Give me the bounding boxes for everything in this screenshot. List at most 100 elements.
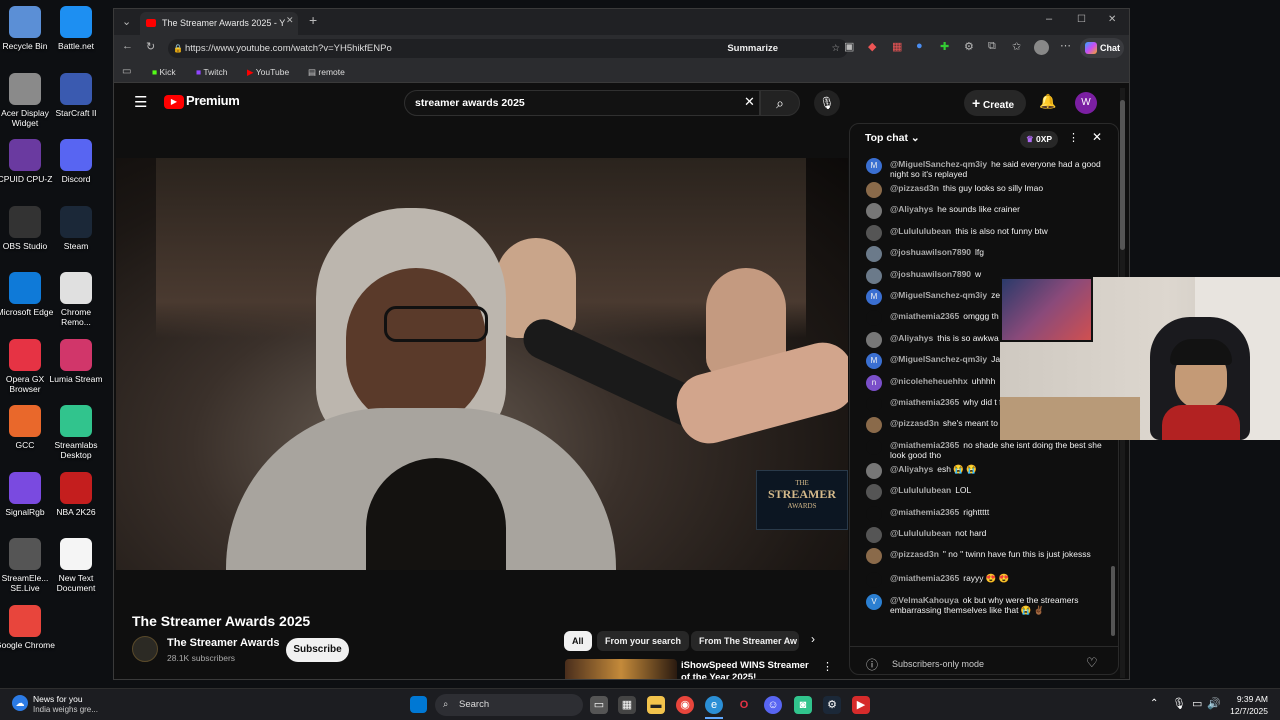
close-chat-icon[interactable]: ✕ (1092, 130, 1102, 144)
chevron-right-icon[interactable]: › (811, 632, 815, 646)
chat-avatar[interactable] (866, 310, 882, 327)
chat-username[interactable]: @Aliyahys (890, 333, 933, 343)
chip-from-search[interactable]: From your search (597, 631, 690, 651)
account-avatar[interactable]: W (1075, 92, 1097, 114)
microphone-tray-icon[interactable]: 🎙 (1172, 697, 1186, 710)
favorite-youtube[interactable]: ▶ YouTube (247, 61, 289, 83)
create-button[interactable]: + Create (964, 90, 1026, 116)
chat-avatar[interactable] (866, 182, 882, 198)
chat-username[interactable]: @pizzasd3n (890, 183, 939, 193)
points-badge[interactable]: ♛ 0XP (1020, 131, 1059, 148)
subscribe-button[interactable]: Subscribe (286, 638, 349, 662)
widgets-icon[interactable]: ▦ (618, 696, 636, 714)
chat-username[interactable]: @joshuawilson7890 (890, 269, 971, 279)
close-tab-icon[interactable]: ✕ (286, 15, 294, 26)
chat-username[interactable]: @MiguelSanchez-qm3iy (890, 354, 987, 364)
news-subtitle[interactable]: India weighs gre... (33, 705, 98, 714)
voice-search-icon[interactable]: 🎙 (814, 90, 840, 116)
youtube-premium-logo[interactable]: Premium (186, 93, 240, 108)
channel-name[interactable]: The Streamer Awards (167, 637, 280, 649)
desktop-icon-text-document[interactable]: New Text Document (45, 538, 107, 593)
new-tab-icon[interactable]: + (309, 12, 317, 28)
chat-avatar[interactable] (866, 572, 882, 589)
news-title[interactable]: News for you (33, 694, 83, 704)
chat-username[interactable]: @miathemia2365 (890, 397, 959, 407)
desktop-icon-nba[interactable]: NBA 2K26 (45, 471, 107, 517)
clock-date[interactable]: 12/7/2025 (1222, 706, 1268, 716)
chip-all[interactable]: All (564, 631, 592, 651)
chrome-taskbar-icon[interactable]: ◉ (676, 696, 694, 714)
streamlabs-taskbar-icon[interactable]: ◙ (794, 696, 812, 714)
chat-avatar[interactable]: n (866, 374, 882, 391)
page-scrollbar-thumb[interactable] (1120, 100, 1125, 250)
search-input[interactable]: streamer awards 2025 (404, 90, 760, 116)
profile-avatar[interactable] (1034, 40, 1049, 55)
chat-username[interactable]: @Lulululubean (890, 528, 951, 538)
extensions-puzzle-icon[interactable]: ⧉ (988, 40, 996, 53)
chat-avatar[interactable] (866, 417, 882, 434)
file-explorer-icon[interactable]: ▬ (647, 696, 665, 714)
chat-avatar[interactable] (866, 224, 882, 241)
desktop-icon-discord[interactable]: Discord (45, 139, 107, 184)
chat-avatar[interactable] (866, 548, 882, 565)
chat-avatar[interactable] (866, 203, 882, 220)
clock-time[interactable]: 9:39 AM (1226, 694, 1268, 704)
more-options-icon[interactable]: ⋯ (1060, 39, 1071, 52)
chat-username[interactable]: @pizzasd3n (890, 418, 939, 428)
scrollbar-thumb[interactable] (1111, 566, 1115, 636)
address-bar[interactable]: 🔒 https://www.youtube.com/watch?v=YH5hik… (168, 39, 848, 58)
chat-avatar[interactable] (866, 438, 882, 455)
news-widget-icon[interactable]: ☁ (12, 695, 28, 711)
edge-taskbar-icon[interactable]: e (705, 696, 723, 714)
chat-username[interactable]: @Lulululubean (890, 226, 951, 236)
desktop-icon-chrome[interactable]: Google Chrome (0, 604, 56, 650)
refresh-icon[interactable]: ↻ (146, 40, 155, 53)
browser-tab[interactable]: The Streamer Awards 2025 - Y (140, 12, 298, 35)
more-vert-icon[interactable]: ⋮ (822, 660, 833, 673)
youtube-logo-icon[interactable]: ▶ (164, 95, 184, 109)
chat-avatar[interactable]: M (866, 353, 882, 370)
summarize-button[interactable]: Summarize (727, 39, 778, 58)
task-view-icon[interactable]: ▭ (590, 696, 608, 714)
desktop-icon-chrome-remote[interactable]: Chrome Remo... (45, 272, 107, 327)
favorite-twitch[interactable]: ■ Twitch (196, 61, 227, 83)
chat-avatar[interactable] (866, 331, 882, 348)
opera-gx-taskbar-icon[interactable]: O (735, 696, 753, 714)
extension-icon[interactable]: ▣ (844, 40, 854, 53)
desktop-icon-streamlabs[interactable]: Streamlabs Desktop (45, 405, 107, 460)
steam-taskbar-icon[interactable]: ⚙ (823, 696, 841, 714)
chat-username[interactable]: @miathemia2365 (890, 311, 959, 321)
video-player[interactable]: THE STREAMER AWARDS (116, 158, 848, 570)
copilot-chat-button[interactable]: Chat (1080, 38, 1124, 58)
desktop-icon-battlenet[interactable]: Battle.net (45, 6, 107, 51)
chat-username[interactable]: @miathemia2365 (890, 440, 959, 450)
notifications-bell-icon[interactable]: 🔔 (1039, 93, 1056, 110)
top-chat-dropdown[interactable]: Top chat ⌄ (865, 132, 920, 144)
chat-avatar[interactable] (866, 484, 882, 501)
discord-taskbar-icon[interactable]: ☺ (764, 696, 782, 714)
clear-search-icon[interactable]: ✕ (744, 94, 755, 110)
minimize-icon[interactable]: – (1046, 13, 1052, 25)
chat-avatar[interactable] (866, 246, 882, 263)
nba-taskbar-icon[interactable]: ▶ (852, 696, 870, 714)
chat-avatar[interactable] (866, 527, 882, 543)
chat-username[interactable]: @nicoleheheuehhx (890, 376, 968, 386)
chat-username[interactable]: @joshuawilson7890 (890, 247, 971, 257)
search-button[interactable]: ⌕ (760, 90, 800, 116)
chat-avatar[interactable]: V (866, 593, 882, 610)
chip-from-channel[interactable]: From The Streamer Aw (691, 631, 799, 651)
chat-more-icon[interactable]: ⋮ (1068, 131, 1079, 144)
recommended-title[interactable]: iShowSpeed WINS Streamer of the Year 202… (681, 660, 817, 679)
chat-avatar[interactable] (866, 267, 882, 284)
settings-icon[interactable]: ⚙ (964, 40, 974, 53)
close-window-icon[interactable]: ✕ (1108, 14, 1116, 25)
chat-username[interactable]: @miathemia2365 (890, 507, 959, 517)
tab-list-icon[interactable]: ⌄ (122, 15, 131, 28)
chat-avatar[interactable] (866, 462, 882, 479)
recommended-thumbnail[interactable] (565, 659, 677, 679)
taskbar-search[interactable]: ⌕ Search (435, 694, 583, 716)
extension-icon[interactable]: ◆ (868, 40, 876, 53)
extension-icon[interactable]: ● (916, 40, 923, 52)
maximize-icon[interactable]: ☐ (1077, 14, 1086, 25)
menu-icon[interactable]: ☰ (134, 93, 147, 111)
